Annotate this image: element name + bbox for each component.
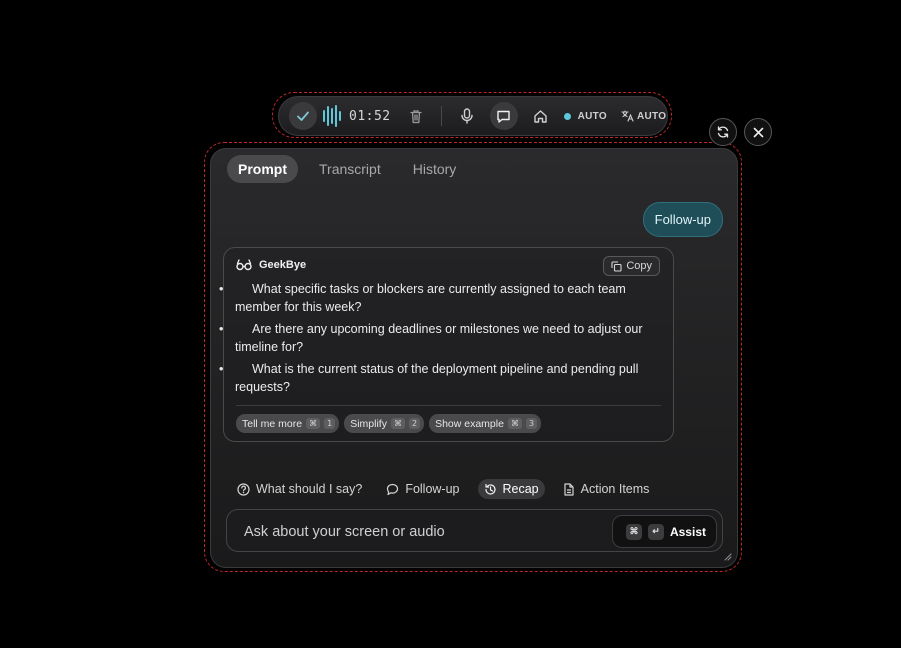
check-icon <box>297 111 309 121</box>
prompt-input-bar: ⌘ ↵ Assist <box>226 509 723 552</box>
action-label: Follow-up <box>405 482 460 496</box>
geekbye-logo-icon <box>236 259 252 271</box>
microphone-button[interactable] <box>454 103 480 129</box>
document-icon <box>564 482 574 496</box>
recording-timer: 01:52 <box>349 108 391 124</box>
shortcut-key: 2 <box>408 418 421 429</box>
translate-icon <box>621 110 634 122</box>
auto-mode-toggle[interactable]: AUTO <box>578 111 607 122</box>
session-toolbar: 01:52 AUTO AUTO <box>278 96 668 136</box>
prompt-input[interactable] <box>242 521 586 543</box>
assist-button[interactable]: ⌘ ↵ Assist <box>611 515 717 548</box>
close-button[interactable] <box>744 118 772 146</box>
shortcut-key: ⌘ <box>507 418 522 429</box>
list-item: What is the current status of the deploy… <box>219 360 655 396</box>
trash-icon <box>409 109 422 123</box>
shortcut-key: 3 <box>525 418 538 429</box>
action-items-button[interactable]: Action Items <box>557 479 656 499</box>
show-example-chip[interactable]: Show example ⌘ 3 <box>429 414 542 433</box>
help-circle-icon <box>237 482 250 496</box>
tell-me-more-chip[interactable]: Tell me more ⌘ 1 <box>236 414 340 433</box>
copy-icon <box>611 260 622 272</box>
what-should-i-say-button[interactable]: What should I say? <box>231 479 368 499</box>
follow-up-button[interactable]: Follow-up <box>380 479 465 499</box>
response-header: GeekBye <box>236 259 306 271</box>
shortcut-key: ⌘ <box>306 418 321 429</box>
list-item: What specific tasks or blockers are curr… <box>219 280 655 316</box>
shortcut-key: ⌘ <box>390 418 405 429</box>
home-button[interactable] <box>528 103 554 129</box>
chip-label: Show example <box>435 417 504 430</box>
delete-button[interactable] <box>403 103 429 129</box>
tab-transcript[interactable]: Transcript <box>308 155 392 183</box>
response-bullet-list: What specific tasks or blockers are curr… <box>219 280 655 400</box>
panel-tabs: Prompt Transcript History <box>227 155 467 183</box>
assistant-panel: Prompt Transcript History Follow-up Geek… <box>210 148 738 568</box>
action-label: Recap <box>502 482 539 496</box>
refresh-button[interactable] <box>709 118 737 146</box>
chat-bubble-icon <box>497 110 510 123</box>
refresh-icon <box>717 126 729 138</box>
quick-actions: What should I say? Follow-up Recap Actio… <box>231 479 655 499</box>
copy-label: Copy <box>626 260 652 272</box>
chip-label: Simplify <box>350 417 387 430</box>
action-label: What should I say? <box>256 482 363 496</box>
suggestion-chips: Tell me more ⌘ 1 Simplify ⌘ 2 Show examp… <box>236 414 542 433</box>
chip-label: Tell me more <box>242 417 303 430</box>
audio-level-icon <box>323 105 341 127</box>
list-item: Are there any upcoming deadlines or mile… <box>219 320 655 356</box>
card-divider <box>236 405 661 406</box>
assist-label: Assist <box>669 524 706 539</box>
chat-toggle-button[interactable] <box>489 102 518 130</box>
action-label: Action Items <box>580 482 650 496</box>
simplify-chip[interactable]: Simplify ⌘ 2 <box>344 414 425 433</box>
tab-prompt[interactable]: Prompt <box>227 155 298 183</box>
toolbar-divider <box>440 106 442 126</box>
language-auto-label: AUTO <box>637 110 667 122</box>
command-key-icon: ⌘ <box>625 523 642 540</box>
check-button[interactable] <box>289 102 317 130</box>
tab-history[interactable]: History <box>402 155 468 183</box>
language-auto-toggle[interactable]: AUTO <box>621 110 666 122</box>
microphone-icon <box>460 108 473 124</box>
rewind-icon <box>484 483 496 495</box>
auto-status-dot <box>563 112 571 120</box>
brand-name: GeekBye <box>259 259 307 271</box>
close-icon <box>753 127 763 137</box>
enter-key-icon: ↵ <box>647 523 664 540</box>
followup-message-bubble: Follow-up <box>642 202 723 237</box>
copy-button[interactable]: Copy <box>603 256 660 276</box>
chat-bubble-icon <box>387 483 399 495</box>
response-card: GeekBye Copy What specific tasks or bloc… <box>219 247 674 442</box>
home-icon <box>534 109 547 123</box>
shortcut-key: 1 <box>324 418 336 429</box>
recap-button[interactable]: Recap <box>477 479 545 499</box>
resize-grip-icon[interactable] <box>722 551 732 561</box>
